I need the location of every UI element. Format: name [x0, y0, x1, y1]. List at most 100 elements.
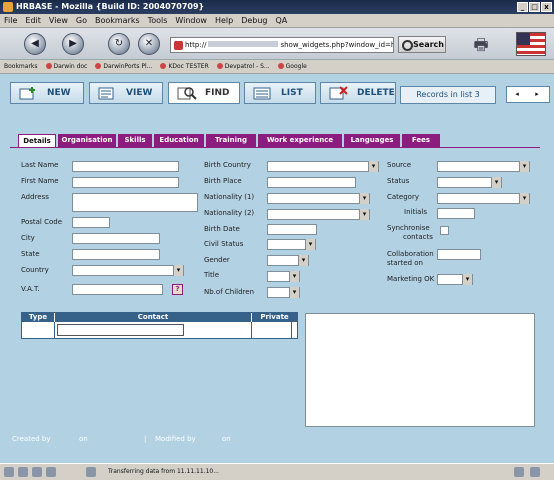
- back-arrow-icon: ◀: [31, 38, 39, 49]
- notes-textarea[interactable]: [305, 313, 535, 427]
- children-label: Nb.of Children: [204, 288, 255, 296]
- minimize-button[interactable]: _: [517, 2, 528, 12]
- tab-training[interactable]: Training: [206, 134, 256, 147]
- city-label: City: [21, 234, 35, 242]
- menu-go[interactable]: Go: [72, 14, 91, 25]
- contacts-col-contact: Contact: [55, 313, 251, 322]
- throbber-flag-icon: [516, 32, 546, 56]
- security-icon: [514, 467, 524, 477]
- find-button-label: FIND: [205, 88, 230, 98]
- tab-details[interactable]: Details: [18, 134, 56, 147]
- view-button[interactable]: VIEW: [89, 82, 163, 104]
- last-name-input[interactable]: [72, 161, 179, 172]
- created-by-label: Created by: [12, 435, 51, 443]
- view-button-label: VIEW: [126, 88, 153, 98]
- menu-window[interactable]: Window: [171, 14, 211, 25]
- mail-icon[interactable]: [18, 467, 28, 477]
- back-button[interactable]: ◀: [24, 33, 46, 55]
- delete-button[interactable]: DELETE: [320, 82, 396, 104]
- civil-status-select[interactable]: [267, 239, 316, 250]
- menu-bookmarks[interactable]: Bookmarks: [91, 14, 144, 25]
- tab-skills[interactable]: Skills: [118, 134, 152, 147]
- search-button-label: Search: [413, 40, 444, 49]
- address-input[interactable]: [72, 193, 198, 212]
- new-button[interactable]: NEW: [10, 82, 84, 104]
- bookmarks-menu[interactable]: Bookmarks: [0, 60, 42, 70]
- children-select[interactable]: [267, 287, 300, 298]
- reload-button[interactable]: ↻: [108, 33, 130, 55]
- record-toolbar: NEW VIEW FIND LIST DELETE Records in lis…: [0, 78, 554, 108]
- collab-label-2: started on: [387, 259, 423, 267]
- title-select[interactable]: [267, 271, 300, 282]
- tab-organisation[interactable]: Organisation: [58, 134, 116, 147]
- tab-languages[interactable]: Languages: [344, 134, 400, 147]
- record-pager: ◂ ▸: [506, 86, 550, 103]
- status-text: Transferring data from 11.11.11.10...: [108, 468, 219, 475]
- menu-debug[interactable]: Debug: [237, 14, 271, 25]
- marketing-select[interactable]: [437, 274, 473, 285]
- city-input[interactable]: [72, 233, 160, 244]
- list-button[interactable]: LIST: [244, 82, 316, 104]
- modified-on-label: on: [222, 435, 231, 443]
- tab-education[interactable]: Education: [154, 134, 204, 147]
- birth-country-select[interactable]: [267, 161, 379, 172]
- bookmark-kdoc-tester[interactable]: KDoc TESTER: [156, 60, 212, 70]
- menu-help[interactable]: Help: [211, 14, 237, 25]
- address-book-icon[interactable]: [46, 467, 56, 477]
- nationality2-select[interactable]: [267, 209, 370, 220]
- menu-qa[interactable]: QA: [272, 14, 292, 25]
- title-label: Title: [204, 271, 220, 279]
- source-label: Source: [387, 161, 412, 169]
- tab-work-experience[interactable]: Work experience: [258, 134, 342, 147]
- contacts-table: Type Contact Private: [21, 312, 298, 339]
- close-button[interactable]: x: [541, 2, 552, 12]
- search-button[interactable]: Search: [398, 36, 446, 53]
- forward-button[interactable]: ▶: [62, 33, 84, 55]
- printer-icon[interactable]: 🖶: [470, 34, 492, 54]
- menu-file[interactable]: File: [0, 14, 21, 25]
- view-record-icon: [98, 87, 114, 100]
- birth-place-input[interactable]: [267, 177, 356, 188]
- collaboration-date-input[interactable]: [437, 249, 481, 260]
- contact-input[interactable]: [57, 324, 184, 336]
- sync-contacts-checkbox[interactable]: [440, 226, 449, 235]
- hrbase-app: NEW VIEW FIND LIST DELETE Records in lis…: [0, 74, 554, 463]
- first-name-input[interactable]: [72, 177, 179, 188]
- maximize-button[interactable]: □: [529, 2, 540, 12]
- vat-input[interactable]: [72, 284, 163, 295]
- status-select[interactable]: [437, 177, 502, 188]
- menu-view[interactable]: View: [45, 14, 72, 25]
- contacts-type-cell[interactable]: [22, 322, 55, 338]
- new-record-icon: [19, 87, 35, 100]
- find-button[interactable]: FIND: [168, 82, 240, 104]
- bookmark-darwin-doc[interactable]: Darwin doc: [42, 60, 92, 70]
- state-input[interactable]: [72, 249, 160, 260]
- next-record-button[interactable]: ▸: [527, 87, 547, 102]
- menu-tools[interactable]: Tools: [144, 14, 172, 25]
- navigation-toolbar: ◀ ▶ ↻ ✕ http:// show_widgets.php?window_i…: [0, 28, 554, 60]
- records-count: Records in list 3: [400, 86, 496, 104]
- stop-button[interactable]: ✕: [138, 33, 160, 55]
- reload-icon: ↻: [114, 38, 124, 49]
- bookmark-darwinports[interactable]: DarwinPorts Pl...: [91, 60, 156, 70]
- source-select[interactable]: [437, 161, 530, 172]
- initials-input[interactable]: [437, 208, 475, 219]
- composer-icon[interactable]: [32, 467, 42, 477]
- birth-date-input[interactable]: [267, 224, 317, 235]
- bookmark-devpatrol[interactable]: Devpatrol - S...: [213, 60, 274, 70]
- gender-select[interactable]: [267, 255, 309, 266]
- nationality1-select[interactable]: [267, 193, 370, 204]
- contacts-private-cell[interactable]: [252, 322, 292, 338]
- bookmark-google[interactable]: Google: [274, 60, 311, 70]
- sync-label-2: contacts: [403, 233, 433, 241]
- tab-fees[interactable]: Fees: [402, 134, 440, 147]
- postal-code-input[interactable]: [72, 217, 110, 228]
- menu-edit[interactable]: Edit: [21, 14, 45, 25]
- country-select[interactable]: [72, 265, 184, 276]
- url-bar[interactable]: http:// show_widgets.php?window_id=hrb1: [170, 37, 394, 53]
- navigator-icon[interactable]: [4, 467, 14, 477]
- vat-help-button[interactable]: ?: [172, 284, 183, 295]
- marketing-label: Marketing OK: [387, 275, 435, 283]
- category-select[interactable]: [437, 193, 530, 204]
- prev-record-button[interactable]: ◂: [507, 87, 527, 102]
